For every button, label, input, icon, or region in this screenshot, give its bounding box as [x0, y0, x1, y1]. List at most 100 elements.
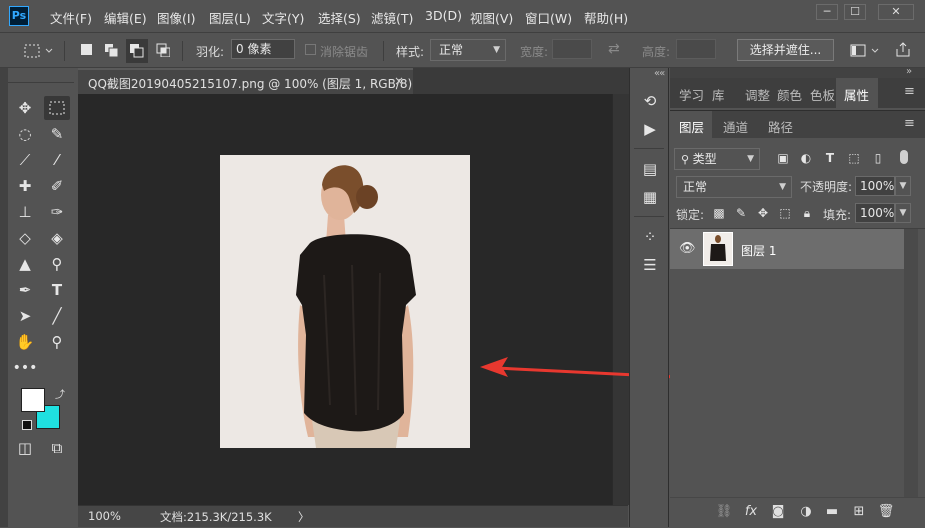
brush-settings-icon[interactable]: ⁘ — [637, 226, 663, 248]
add-mask-icon[interactable]: ◙ — [769, 504, 787, 519]
filter-adjustment-icon[interactable]: ◐ — [798, 151, 814, 165]
swap-dimensions-icon[interactable]: ⇄ — [608, 41, 620, 57]
document-image[interactable] — [220, 155, 470, 448]
workspace-icon[interactable] — [850, 43, 880, 59]
actions-panel-icon[interactable]: ▶ — [637, 118, 663, 140]
menu-window[interactable]: 窗口(W) — [525, 8, 572, 27]
edit-toolbar-icon[interactable]: ••• — [12, 356, 38, 380]
layer-name[interactable]: 图层 1 — [741, 242, 776, 259]
menu-view[interactable]: 视图(V) — [470, 8, 513, 27]
lock-image-pixels-icon[interactable]: ✎ — [733, 206, 749, 220]
brush-tool-icon[interactable]: ✐ — [44, 174, 70, 198]
tab-color[interactable]: 颜色 — [777, 85, 802, 104]
lasso-tool-icon[interactable]: ◌ — [12, 122, 38, 146]
tab-channels[interactable]: 通道 — [723, 117, 748, 136]
info-panel-icon[interactable]: ▤ — [637, 158, 663, 180]
rect-marquee-preset-icon[interactable] — [24, 43, 54, 59]
hand-tool-icon[interactable]: ✋ — [12, 330, 38, 354]
lock-all-icon[interactable]: 🔒︎ — [799, 206, 815, 221]
type-tool-icon[interactable]: T — [44, 278, 70, 302]
paint-bucket-tool-icon[interactable]: ◈ — [44, 226, 70, 250]
swap-colors-icon[interactable]: ⤴ — [55, 386, 65, 401]
opacity-input[interactable]: 100% — [855, 176, 895, 196]
tab-layers[interactable]: 图层 — [670, 111, 712, 139]
link-layers-icon[interactable]: ⛓︎ — [715, 504, 733, 519]
zoom-tool-icon[interactable]: ⚲ — [44, 330, 70, 354]
add-selection-icon[interactable] — [104, 43, 118, 57]
clone-stamp-tool-icon[interactable]: ⊥ — [12, 200, 38, 224]
filter-smart-object-icon[interactable]: ▯ — [870, 151, 886, 165]
menu-select[interactable]: 选择(S) — [318, 8, 361, 27]
close-document-icon[interactable]: × — [394, 74, 404, 88]
layers-panel-menu-icon[interactable]: ≡ — [904, 116, 915, 131]
default-colors-icon[interactable] — [22, 420, 32, 430]
filter-toggle-icon[interactable] — [900, 150, 908, 164]
new-group-icon[interactable]: ▬ — [823, 504, 841, 519]
status-menu-arrow-icon[interactable]: 〉 — [298, 509, 310, 525]
layer-style-fx-icon[interactable]: fx — [742, 504, 760, 519]
tab-libraries[interactable]: 库 — [712, 85, 725, 104]
crop-tool-icon[interactable]: ⟋ — [12, 148, 38, 172]
eraser-tool-icon[interactable]: ◇ — [12, 226, 38, 250]
height-input[interactable] — [676, 39, 716, 59]
screen-mode-icon[interactable]: ⧉ — [44, 436, 70, 460]
filter-shape-icon[interactable]: ⬚ — [846, 151, 862, 165]
photoshop-logo-icon[interactable]: Ps — [9, 6, 29, 26]
lock-position-icon[interactable]: ✥ — [755, 206, 771, 220]
width-input[interactable] — [552, 39, 592, 59]
panel-menu-icon[interactable]: ≡ — [904, 84, 915, 99]
zoom-level[interactable]: 100% — [88, 509, 121, 523]
style-select[interactable]: 正常 ▼ — [430, 39, 506, 61]
new-layer-icon[interactable]: ⊞ — [850, 504, 868, 519]
notes-panel-icon[interactable]: ▦ — [637, 186, 663, 208]
fill-input[interactable]: 100% — [855, 203, 895, 223]
history-brush-tool-icon[interactable]: ✑ — [44, 200, 70, 224]
path-selection-tool-icon[interactable]: ➤ — [12, 304, 38, 328]
menu-filter[interactable]: 滤镜(T) — [371, 8, 413, 27]
move-tool-icon[interactable]: ✥ — [12, 96, 38, 120]
tab-properties[interactable]: 属性 — [836, 78, 878, 108]
tab-learn[interactable]: 学习 — [679, 85, 704, 104]
vertical-scrollbar[interactable] — [612, 94, 629, 505]
close-window-button[interactable]: ✕ — [878, 4, 914, 20]
document-tab[interactable]: QQ截图20190405215107.png @ 100% (图层 1, RGB… — [78, 68, 413, 94]
delete-layer-icon[interactable]: 🗑︎ — [877, 504, 895, 519]
menu-type[interactable]: 文字(Y) — [262, 8, 304, 27]
dodge-tool-icon[interactable]: ⚲ — [44, 252, 70, 276]
layer-row[interactable]: 👁︎ 图层 1 — [670, 229, 904, 269]
menu-file[interactable]: 文件(F) — [50, 8, 92, 27]
feather-input[interactable]: 0 像素 — [231, 39, 295, 59]
pen-tool-icon[interactable]: ✒ — [12, 278, 38, 302]
menu-layer[interactable]: 图层(L) — [209, 8, 251, 27]
rect-marquee-tool-icon[interactable] — [44, 96, 70, 120]
menu-3d[interactable]: 3D(D) — [425, 8, 462, 23]
adjustment-layer-icon[interactable]: ◑ — [797, 504, 815, 519]
share-icon[interactable] — [895, 41, 911, 59]
lock-transparent-icon[interactable]: ▩ — [711, 206, 727, 220]
maximize-button[interactable]: ☐ — [844, 4, 866, 20]
filter-type-icon[interactable]: T — [822, 151, 838, 165]
line-tool-icon[interactable]: ╱ — [44, 304, 70, 328]
layer-filter-select[interactable]: ⚲ 类型 ▼ — [674, 148, 760, 170]
tab-swatches[interactable]: 色板 — [810, 85, 835, 104]
subtract-selection-button[interactable] — [126, 39, 148, 63]
layers-scrollbar[interactable] — [904, 229, 918, 497]
foreground-color-swatch[interactable] — [21, 388, 45, 412]
lock-artboard-icon[interactable]: ⬚ — [777, 206, 793, 220]
eye-visibility-icon[interactable]: 👁︎ — [679, 241, 696, 256]
opacity-dropdown-icon[interactable]: ▼ — [895, 176, 911, 196]
menu-help[interactable]: 帮助(H) — [584, 8, 628, 27]
expand-strip-icon[interactable]: «« — [654, 68, 665, 79]
select-and-mask-button[interactable]: 选择并遮住... — [737, 39, 834, 61]
minimize-button[interactable]: ─ — [816, 4, 838, 20]
intersect-selection-icon[interactable] — [156, 43, 170, 57]
blend-mode-select[interactable]: 正常 ▼ — [676, 176, 792, 198]
tab-paths[interactable]: 路径 — [768, 117, 793, 136]
menu-edit[interactable]: 编辑(E) — [104, 8, 147, 27]
quick-selection-tool-icon[interactable]: ✎ — [44, 122, 70, 146]
tab-adjustments[interactable]: 调整 — [745, 85, 770, 104]
adjustments-sliders-icon[interactable]: ☰ — [637, 254, 663, 276]
blur-tool-icon[interactable]: ▲ — [12, 252, 38, 276]
eyedropper-tool-icon[interactable]: ⁄ — [44, 148, 70, 172]
antialias-checkbox[interactable] — [305, 44, 316, 55]
